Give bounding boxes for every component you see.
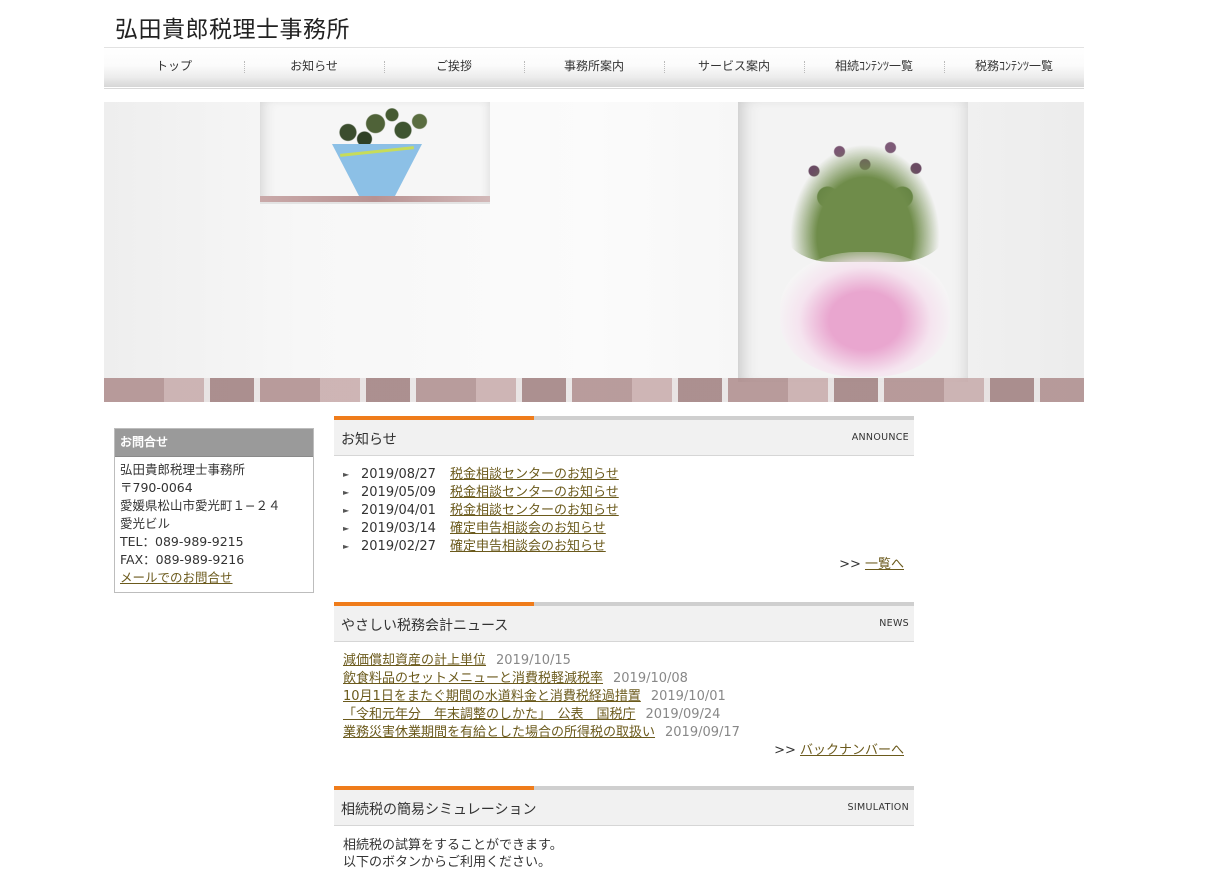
announce-list: ► 2019/08/27 税金相談センターのお知らせ ► 2019/05/09 税金相談… <box>334 456 914 556</box>
global-nav: トップ お知らせ ご挨拶 事務所案内 サービス案内 相続ｺﾝﾃﾝﾂ一覧 税務ｺﾝ… <box>104 47 1084 89</box>
contact-zip: 〒790-0064 <box>120 480 193 495</box>
list-item: ► 2019/04/01 税金相談センターのお知らせ <box>343 502 914 520</box>
list-item-link[interactable]: 減価償却資産の計上単位 <box>343 653 486 668</box>
contact-building: 愛光ビル <box>120 516 171 531</box>
news-list: 減価償却資産の計上単位 2019/10/15 飲食料品のセットメニューと消費税軽減… <box>334 642 914 742</box>
list-item-date: 2019/03/14 <box>361 521 436 536</box>
hero-brick-border <box>104 378 1084 402</box>
list-item-date: 2019/09/17 <box>665 725 740 740</box>
nav-top[interactable]: トップ <box>104 48 244 86</box>
hero-image <box>104 102 1084 402</box>
news-backnumber-link[interactable]: バックナンバーへ <box>800 743 904 758</box>
announce-more: >> 一覧へ <box>334 556 914 574</box>
list-item: ► 2019/08/27 税金相談センターのお知らせ <box>343 466 914 484</box>
list-item-link[interactable]: 確定申告相談会のお知らせ <box>450 521 606 536</box>
announce-section: お知らせ ANNOUNCE ► 2019/08/27 税金相談センターのお知らせ ►… <box>334 416 914 602</box>
contact-address: 愛媛県松山市愛光町１−２４ <box>120 498 281 513</box>
list-item: 飲食料品のセットメニューと消費税軽減税率 2019/10/08 <box>343 670 914 688</box>
nav-greeting[interactable]: ご挨拶 <box>384 48 524 86</box>
triangle-right-icon: ► <box>343 524 350 533</box>
list-item-link[interactable]: 確定申告相談会のお知らせ <box>450 539 606 554</box>
list-item: 「令和元年分 年末調整のしかた」 公表 国税庁 2019/09/24 <box>343 706 914 724</box>
contact-sidebar: お問合せ 弘田貴郎税理士事務所 〒790-0064 愛媛県松山市愛光町１−２４ … <box>114 428 314 593</box>
list-item: ► 2019/03/14 確定申告相談会のお知らせ <box>343 520 914 538</box>
nav-office[interactable]: 事務所案内 <box>524 48 664 86</box>
simulation-title: 相続税の簡易シミュレーション <box>341 802 537 818</box>
list-item: ► 2019/05/09 税金相談センターのお知らせ <box>343 484 914 502</box>
triangle-right-icon: ► <box>343 506 350 515</box>
contact-body: 弘田貴郎税理士事務所 〒790-0064 愛媛県松山市愛光町１−２４ 愛光ビル … <box>115 457 313 592</box>
announce-header: お知らせ ANNOUNCE <box>334 416 914 456</box>
list-item-date: 2019/04/01 <box>361 503 436 518</box>
contact-fax: FAX：089-989-9216 <box>120 552 245 567</box>
more-prefix: >> <box>839 557 865 572</box>
list-item-link[interactable]: 「令和元年分 年末調整のしかた」 公表 国税庁 <box>343 707 636 722</box>
nav-service[interactable]: サービス案内 <box>664 48 804 86</box>
list-item-link[interactable]: 飲食料品のセットメニューと消費税軽減税率 <box>343 671 603 686</box>
nav-news[interactable]: お知らせ <box>244 48 384 86</box>
list-item-date: 2019/09/24 <box>645 707 721 722</box>
simulation-header: 相続税の簡易シミュレーション SIMULATION <box>334 786 914 826</box>
main-column: お知らせ ANNOUNCE ► 2019/08/27 税金相談センターのお知らせ ►… <box>334 416 914 871</box>
news-en-label: NEWS <box>879 618 909 629</box>
contact-mail-link[interactable]: メールでのお問合せ <box>120 570 233 585</box>
list-item-link[interactable]: 10月1日をまたぐ期間の水道料金と消費税経過措置 <box>343 689 641 704</box>
list-item: 減価償却資産の計上単位 2019/10/15 <box>343 652 914 670</box>
list-item-link[interactable]: 税金相談センターのお知らせ <box>450 485 619 500</box>
triangle-right-icon: ► <box>343 470 350 479</box>
list-item: 10月1日をまたぐ期間の水道料金と消費税経過措置 2019/10/01 <box>343 688 914 706</box>
triangle-right-icon: ► <box>343 488 350 497</box>
hero-shelf <box>260 196 490 204</box>
news-more: >> バックナンバーへ <box>334 742 914 760</box>
simulation-line-1: 相続税の試算をすることができます。 <box>343 838 563 853</box>
hero-lavender <box>780 132 950 262</box>
list-item-date: 2019/10/01 <box>650 689 726 704</box>
list-item-link[interactable]: 業務災害休業期間を有給とした場合の所得税の取扱い <box>343 725 655 740</box>
list-item-date: 2019/08/27 <box>361 467 436 482</box>
triangle-right-icon: ► <box>343 542 350 551</box>
contact-heading: お問合せ <box>115 429 313 457</box>
nav-inheritance-contents[interactable]: 相続ｺﾝﾃﾝﾂ一覧 <box>804 48 944 86</box>
simulation-section: 相続税の簡易シミュレーション SIMULATION 相続税の試算をすることができ… <box>334 786 914 871</box>
list-item-link[interactable]: 税金相談センターのお知らせ <box>450 467 619 482</box>
simulation-en-label: SIMULATION <box>847 802 909 813</box>
announce-en-label: ANNOUNCE <box>851 432 909 443</box>
news-title: やさしい税務会計ニュース <box>341 618 509 634</box>
contact-office: 弘田貴郎税理士事務所 <box>120 462 246 477</box>
site-title[interactable]: 弘田貴郎税理士事務所 <box>115 10 350 44</box>
news-header: やさしい税務会計ニュース NEWS <box>334 602 914 642</box>
news-section: やさしい税務会計ニュース NEWS 減価償却資産の計上単位 2019/10/15 … <box>334 602 914 786</box>
simulation-description: 相続税の試算をすることができます。 以下のボタンからご利用ください。 <box>334 826 914 871</box>
list-item-date: 2019/05/09 <box>361 485 436 500</box>
list-item-link[interactable]: 税金相談センターのお知らせ <box>450 503 619 518</box>
hero-wrapped-pot <box>780 252 950 377</box>
simulation-line-2: 以下のボタンからご利用ください。 <box>343 855 552 870</box>
more-prefix: >> <box>774 743 800 758</box>
list-item-date: 2019/10/15 <box>496 653 571 668</box>
announce-more-link[interactable]: 一覧へ <box>865 557 904 572</box>
hero-plant-left <box>326 106 436 150</box>
contact-tel: TEL：089-989-9215 <box>120 534 244 549</box>
list-item: ► 2019/02/27 確定申告相談会のお知らせ <box>343 538 914 556</box>
list-item: 業務災害休業期間を有給とした場合の所得税の取扱い 2019/09/17 <box>343 724 914 742</box>
list-item-date: 2019/10/08 <box>613 671 688 686</box>
nav-tax-contents[interactable]: 税務ｺﾝﾃﾝﾂ一覧 <box>944 48 1084 86</box>
list-item-date: 2019/02/27 <box>361 539 436 554</box>
announce-title: お知らせ <box>341 432 397 448</box>
